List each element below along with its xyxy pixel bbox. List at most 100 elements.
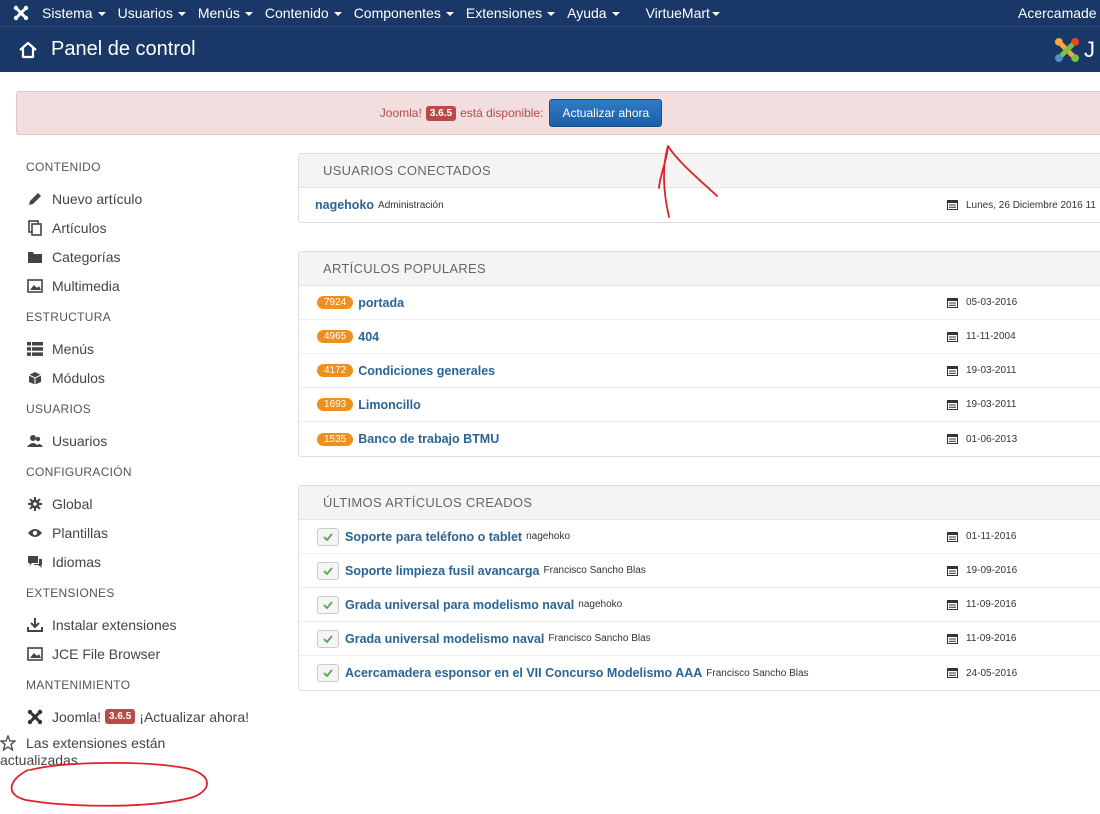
caret-down-icon — [97, 12, 106, 16]
sidebar-item-label: JCE File Browser — [52, 645, 161, 662]
sidebar-heading-estructura: ESTRUCTURA — [26, 310, 112, 324]
sidebar-item-label: Menús — [52, 340, 95, 357]
article-date: 19-03-2011 — [947, 365, 1016, 376]
article-author: nagehoko — [526, 531, 571, 542]
article-date: 19-09-2016 — [947, 565, 1017, 576]
article-link[interactable]: Grada universal para modelismo naval — [345, 598, 574, 612]
sidebar-item-instalar-extensiones[interactable]: Instalar extensiones — [26, 610, 276, 639]
date-text: 01-11-2016 — [966, 531, 1017, 542]
article-link[interactable]: Soporte para teléfono o tablet — [345, 530, 522, 544]
article-author: nagehoko — [578, 599, 623, 610]
article-date: 11-09-2016 — [947, 599, 1016, 610]
sidebar-item-usuarios[interactable]: Usuarios — [26, 426, 276, 455]
sidebar-item-plantillas[interactable]: Plantillas — [26, 518, 276, 547]
menu-virtuemart[interactable]: VirtueMart — [646, 5, 720, 21]
article-link[interactable]: 404 — [358, 330, 379, 344]
article-link[interactable]: Limoncillo — [358, 398, 421, 412]
calendar-icon — [947, 297, 958, 308]
published-check-icon[interactable] — [317, 561, 339, 580]
sidebar-heading-configuracion: CONFIGURACIÓN — [26, 465, 132, 479]
hits-badge: 4965 — [317, 330, 354, 343]
menu-extensiones[interactable]: Extensiones — [465, 5, 556, 21]
article-link[interactable]: Condiciones generales — [358, 364, 495, 378]
update-alert: Joomla! 3.6.5 está disponible: Actualiza… — [16, 91, 1100, 135]
menu-label: Contenido — [264, 5, 329, 21]
menu-label: Usuarios — [117, 5, 173, 21]
published-check-icon[interactable] — [317, 595, 339, 614]
user-role: Administración — [378, 199, 444, 211]
cube-icon — [26, 370, 44, 386]
sidebar-item-articulos[interactable]: Artículos — [26, 213, 276, 242]
menu-ayuda[interactable]: Ayuda — [567, 5, 620, 21]
published-check-icon[interactable] — [317, 527, 339, 546]
menu-contenido[interactable]: Contenido — [265, 5, 342, 21]
comments-icon — [26, 554, 44, 570]
page-title: Panel de control — [51, 38, 196, 60]
stack-icon — [26, 219, 44, 236]
top-menu: Sistema Usuarios Menús Contenido Compone… — [42, 0, 732, 26]
brand-text: J — [1084, 37, 1095, 62]
caret-down-icon — [611, 12, 620, 16]
sidebar-item-multimedia[interactable]: Multimedia — [26, 271, 276, 300]
article-link[interactable]: Soporte limpieza fusil avancarga — [345, 564, 540, 578]
menu-label: Extensiones — [465, 5, 543, 21]
article-link[interactable]: Grada universal modelismo naval — [345, 632, 544, 646]
table-row: Grada universal para modelismo naval nag… — [299, 588, 1100, 622]
menu-componentes[interactable]: Componentes — [354, 5, 454, 21]
image-icon — [26, 278, 44, 294]
hits-badge: 1535 — [317, 432, 354, 446]
update-now-button[interactable]: Actualizar ahora — [549, 99, 663, 127]
table-row: Soporte limpieza fusil avancarga Francis… — [299, 554, 1100, 588]
published-check-icon[interactable] — [317, 664, 339, 682]
top-navbar: Sistema Usuarios Menús Contenido Compone… — [0, 0, 1100, 26]
menu-menus[interactable]: Menús — [198, 5, 253, 21]
sidebar-item-nuevo-articulo[interactable]: Nuevo artículo — [26, 184, 276, 213]
sidebar-item-extensions-status[interactable]: Las extensiones están actualizadas — [0, 734, 276, 769]
site-name: Acercamade — [1018, 5, 1097, 21]
sidebar-item-label: Global — [52, 495, 93, 512]
site-link[interactable]: Acercamade — [1018, 0, 1100, 26]
sidebar-item-modulos[interactable]: Módulos — [26, 363, 276, 392]
calendar-icon — [947, 668, 958, 678]
joomla-brand: J — [1054, 35, 1100, 65]
sidebar-item-idiomas[interactable]: Idiomas — [26, 547, 276, 576]
sidebar-item-joomla-update[interactable]: Joomla! 3.6.5 ¡Actualizar ahora! — [26, 702, 276, 731]
joomla-logo-icon[interactable] — [0, 0, 42, 26]
logged-users-panel: USUARIOS CONECTADOS nagehoko Administrac… — [298, 153, 1100, 223]
article-link[interactable]: portada — [358, 296, 404, 310]
latest-articles-panel: ÚLTIMOS ARTÍCULOS CREADOS Soporte para t… — [298, 485, 1100, 691]
panel-title: ARTÍCULOS POPULARES — [299, 252, 1100, 286]
popular-articles-panel: ARTÍCULOS POPULARES 7924 portada 05-03-2… — [298, 251, 1100, 457]
menu-label: VirtueMart — [645, 5, 710, 21]
calendar-icon — [947, 434, 958, 444]
list-icon — [26, 341, 44, 357]
panel-title: USUARIOS CONECTADOS — [299, 154, 1100, 188]
menu-usuarios[interactable]: Usuarios — [118, 5, 186, 21]
sidebar-item-categorias[interactable]: Categorías — [26, 242, 276, 271]
sidebar-heading-extensiones: EXTENSIONES — [26, 586, 115, 600]
article-link[interactable]: Banco de trabajo BTMU — [358, 432, 499, 446]
calendar-icon — [947, 565, 958, 576]
calendar-icon — [947, 531, 958, 542]
published-check-icon[interactable] — [317, 629, 339, 648]
page-header: Panel de control J — [0, 26, 1100, 72]
date-text: 05-03-2016 — [966, 297, 1018, 308]
sidebar-item-jce-file-browser[interactable]: JCE File Browser — [26, 639, 276, 668]
calendar-icon — [947, 633, 958, 644]
date-text: 19-03-2011 — [966, 399, 1017, 410]
menu-sistema[interactable]: Sistema — [42, 5, 106, 21]
extensions-status-line1: Las extensiones están — [26, 735, 166, 751]
sidebar-item-label: Multimedia — [52, 277, 120, 294]
user-link[interactable]: nagehoko — [315, 198, 374, 212]
sidebar-item-menus[interactable]: Menús — [26, 334, 276, 363]
sidebar-item-global[interactable]: Global — [26, 489, 276, 518]
annotation-ellipse — [10, 762, 208, 807]
date-text: 11-11-2004 — [966, 331, 1016, 342]
extensions-status-line2: actualizadas — [0, 752, 78, 768]
article-link[interactable]: Acercamadera esponsor en el VII Concurso… — [345, 666, 702, 680]
table-row: 1693 Limoncillo 19-03-2011 — [299, 388, 1100, 422]
home-icon — [19, 41, 37, 58]
login-date: Lunes, 26 Diciembre 2016 11 — [947, 200, 1096, 211]
alert-prefix: Joomla! — [379, 106, 422, 120]
date-text: 19-03-2011 — [966, 365, 1017, 376]
